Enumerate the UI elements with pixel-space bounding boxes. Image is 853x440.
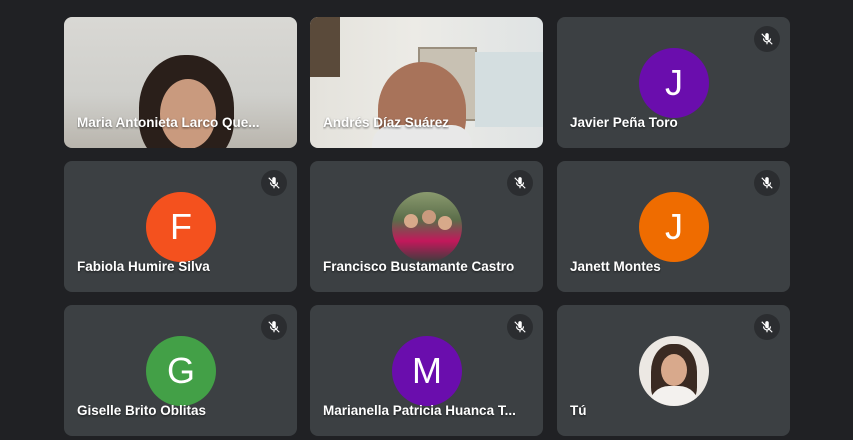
mic-off-icon [261, 314, 287, 340]
participant-tile-fabiola[interactable]: F Fabiola Humire Silva [64, 161, 297, 292]
participant-tile-self[interactable]: Tú [557, 305, 790, 436]
mic-off-icon [754, 26, 780, 52]
participant-tile-francisco[interactable]: Francisco Bustamante Castro [310, 161, 543, 292]
participant-tile-giselle[interactable]: G Giselle Brito Oblitas [64, 305, 297, 436]
participant-name: Marianella Patricia Huanca T... [323, 403, 516, 418]
avatar: J [639, 192, 709, 262]
avatar [639, 336, 709, 406]
participant-name: Tú [570, 403, 587, 418]
participant-tile-marianella[interactable]: M Marianella Patricia Huanca T... [310, 305, 543, 436]
participant-name: Giselle Brito Oblitas [77, 403, 207, 418]
participant-tile-janett[interactable]: J Janett Montes [557, 161, 790, 292]
mic-off-icon [754, 170, 780, 196]
participant-name: Javier Peña Toro [570, 115, 678, 130]
avatar: G [146, 336, 216, 406]
participant-name: Janett Montes [570, 259, 661, 274]
mic-off-icon [507, 314, 533, 340]
avatar: F [146, 192, 216, 262]
participant-name: Maria Antonieta Larco Que... [77, 115, 260, 130]
mic-off-icon [754, 314, 780, 340]
participant-name: Fabiola Humire Silva [77, 259, 210, 274]
participant-tile-maria[interactable]: Maria Antonieta Larco Que... [64, 17, 297, 148]
participant-name: Andrés Díaz Suárez [323, 115, 450, 130]
mic-off-icon [507, 170, 533, 196]
avatar: J [639, 48, 709, 118]
participant-name: Francisco Bustamante Castro [323, 259, 515, 274]
avatar [392, 192, 462, 262]
participant-tile-andres[interactable]: Andrés Díaz Suárez [310, 17, 543, 148]
participant-tile-javier[interactable]: J Javier Peña Toro [557, 17, 790, 148]
avatar: M [392, 336, 462, 406]
mic-off-icon [261, 170, 287, 196]
